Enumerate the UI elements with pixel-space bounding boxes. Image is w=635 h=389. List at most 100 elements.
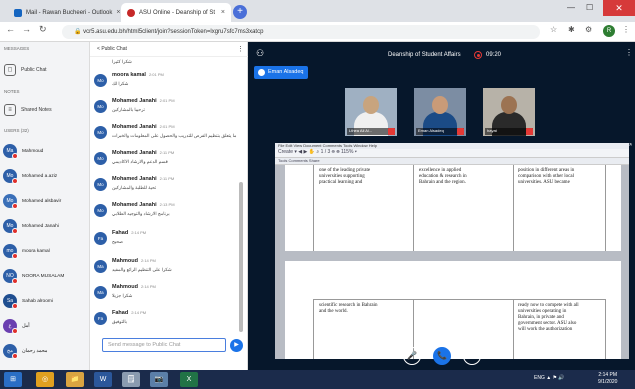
sender-avatar: Mo — [94, 74, 107, 87]
muted-mic-icon — [12, 153, 18, 159]
table-border — [313, 299, 605, 300]
message-text: شكرا جزيلا — [112, 293, 133, 298]
public-chat-item[interactable]: ◻ Public Chat — [4, 62, 86, 78]
close-tab-icon[interactable]: × — [112, 9, 120, 16]
chat-message: Fa Fahad 2:14 PM بالتوفيق — [94, 310, 240, 336]
window-close-button[interactable]: ✕ — [603, 0, 635, 16]
chat-message: شكرا كثيرا — [94, 59, 240, 69]
star-icon[interactable]: ☆ — [550, 25, 557, 34]
message-time: 2:14 PM — [140, 258, 156, 263]
chat-options-icon[interactable]: ⋮ — [237, 45, 244, 53]
user-name: Mohamed Janahi — [22, 223, 59, 229]
extension-icon[interactable]: ✱ — [568, 25, 575, 34]
participant-head — [501, 96, 517, 114]
message-text: تحية للطلبة والمشاركين — [112, 185, 157, 190]
screen: Mail - Rawan Bucheeri - Outlook × ASU On… — [0, 0, 635, 389]
clock-date: 9/1/2020 — [598, 379, 618, 385]
system-clock[interactable]: 2:14 PM 9/1/2020 — [598, 372, 617, 386]
chrome-app-icon[interactable]: ◎ — [36, 372, 54, 387]
user-name: Mohamed a.aziz — [22, 173, 58, 179]
audio-phone-button[interactable]: 📞 — [433, 347, 451, 365]
excel-app-icon[interactable]: X — [180, 372, 198, 387]
user-item[interactable]: NO NOORA MUSALAM — [3, 265, 89, 287]
close-tab-icon[interactable]: × — [217, 9, 225, 16]
table-cell: excellence in applied education & resear… — [419, 168, 467, 185]
user-item[interactable]: مح محمد رحمان — [3, 340, 89, 362]
user-item[interactable]: Mo Mohamed alsbavir — [3, 190, 89, 212]
share-screen-button[interactable]: ⧉ — [463, 347, 481, 365]
chat-header[interactable]: < Public Chat — [90, 42, 248, 57]
user-item[interactable]: Mo Mohamed Janahi — [3, 215, 89, 237]
presenter-badge: Eman Alsadeq — [254, 66, 309, 79]
table-border — [413, 165, 414, 251]
message-time: 2:01 PM — [159, 124, 175, 129]
sender-name: Mahmoud 2:14 PM — [112, 258, 156, 264]
maximize-button[interactable]: ☐ — [586, 3, 593, 12]
browser-menu-icon[interactable]: ⋮ — [622, 25, 630, 34]
microphone-button[interactable]: 🎤 — [403, 347, 421, 365]
users-toggle-icon[interactable]: ⚇ — [256, 48, 264, 59]
user-name: Sahab alroomi — [22, 298, 53, 304]
user-avatar: Mo — [3, 169, 18, 184]
screenshare-document: File Edit View Document Comments Tools W… — [275, 143, 629, 359]
notes-icon: ≡ — [4, 104, 16, 116]
explorer-app-icon[interactable]: 📁 — [66, 372, 84, 387]
chat-message-input[interactable]: Send message to Public Chat — [102, 338, 226, 352]
recording-timer: 09:20 — [486, 52, 502, 58]
message-text: شكرا على التنظيم الرائع والمفيد — [112, 267, 172, 272]
new-tab-button[interactable]: + — [233, 5, 247, 19]
webcam-tile[interactable]: Lthea Ali Al... — [345, 88, 397, 136]
user-avatar: مح — [3, 344, 18, 359]
tab-asu-online[interactable]: ASU Online - Deanship of St × — [121, 3, 231, 22]
tab-outlook-mail[interactable]: Mail - Rawan Bucheeri - Outlook × — [8, 3, 120, 22]
user-item[interactable]: Mo Mohamed a.aziz — [3, 165, 89, 187]
recording-icon[interactable] — [474, 51, 482, 59]
asu-icon — [127, 8, 135, 17]
sender-avatar: Ma — [94, 260, 107, 273]
muted-mic-icon — [388, 128, 395, 135]
participant-head — [363, 96, 379, 114]
message-text: ترحيبا بالمشاركين — [112, 107, 145, 112]
table-border — [513, 165, 514, 251]
user-item[interactable]: ع أمل — [3, 315, 89, 337]
user-item[interactable]: Ma Mahmoud — [3, 140, 89, 162]
chat-scrollbar[interactable] — [239, 182, 243, 332]
puzzle-icon[interactable]: ⚙ — [585, 25, 592, 34]
system-tray[interactable]: ENG ▲ ⚑ 🔊 — [534, 375, 565, 381]
muted-mic-icon — [12, 253, 18, 259]
user-item[interactable]: mo moora kamal — [3, 240, 89, 262]
chat-message: Mo Mohamed Janahi 2:13 PM برنامج الارشاد … — [94, 202, 240, 228]
send-button[interactable]: ▶ — [230, 339, 243, 352]
chat-message: Ma Mahmoud 2:14 PM شكرا على التنظيم الرائ… — [94, 258, 240, 284]
chat-icon: ◻ — [4, 64, 16, 76]
word-app-icon[interactable]: W — [94, 372, 112, 387]
camera-app-icon[interactable]: 📷 — [150, 372, 168, 387]
shared-notes-item[interactable]: ≡ Shared Notes — [4, 102, 86, 118]
table-border — [513, 299, 514, 359]
back-arrow-icon[interactable]: ← — [6, 24, 15, 34]
url-input[interactable]: 🔒 vcr5.asu.edu.bh/html5client/join?sessi… — [62, 25, 540, 39]
table-border — [313, 299, 314, 359]
sender-avatar: Fa — [94, 232, 107, 245]
sender-name: Mohamed Janahi 2:13 PM — [112, 202, 175, 208]
message-time: 2:14 PM — [131, 230, 147, 235]
reload-icon[interactable]: ↻ — [39, 24, 47, 35]
message-time: 2:13 PM — [159, 202, 175, 207]
notepad-app-icon[interactable]: 🗒 — [122, 372, 140, 387]
chat-message: Fa Fahad 2:14 PM صحيح — [94, 230, 240, 256]
message-text: صحيح — [112, 239, 123, 244]
user-item[interactable]: Sa Sahab alroomi — [3, 290, 89, 312]
back-chevron-icon[interactable]: < — [97, 46, 100, 52]
chat-message: Mo Mohamed Janahi 2:01 PM ما يتعلق بتنظيم… — [94, 124, 240, 150]
chat-message: Mo Mohamed Janahi 2:11 PM قسم الدعم والار… — [94, 150, 240, 176]
options-menu-icon[interactable]: ⋮ — [625, 48, 633, 57]
start-button[interactable]: ⊞ — [4, 372, 22, 387]
message-text: شكرا لك — [112, 81, 129, 86]
table-border — [313, 165, 314, 251]
minimize-button[interactable]: — — [567, 3, 575, 12]
profile-avatar[interactable]: R — [603, 25, 615, 37]
public-chat-panel: < Public Chat ⋮ شكرا كثيرا Mo moora kama… — [90, 42, 248, 370]
forward-arrow-icon[interactable]: → — [22, 24, 31, 34]
webcam-tile[interactable]: hayat — [483, 88, 535, 136]
webcam-tile[interactable]: Eman Alsadeq — [414, 88, 466, 136]
